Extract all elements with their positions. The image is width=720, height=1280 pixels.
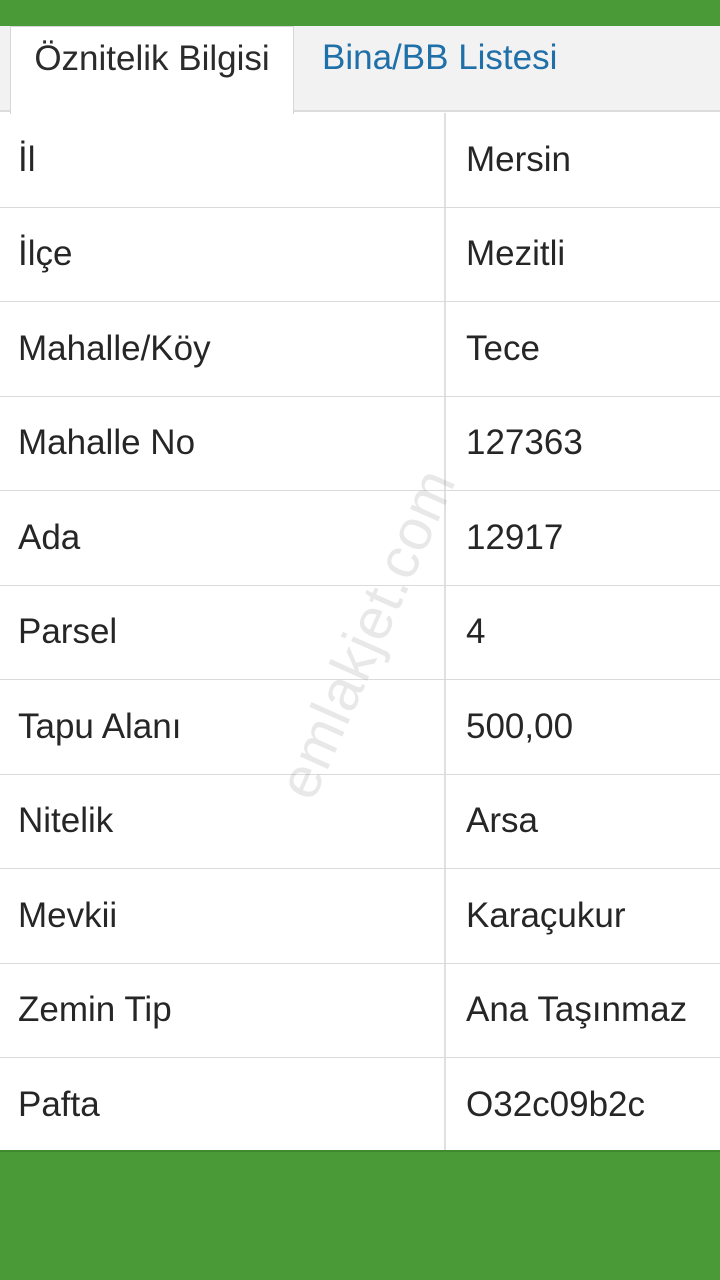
column-divider xyxy=(444,302,446,396)
tab-bar: Öznitelik Bilgisi Bina/BB Listesi xyxy=(0,26,720,114)
table-row: Ada 12917 xyxy=(0,491,720,586)
table-row: İlçe Mezitli xyxy=(0,207,720,302)
column-divider xyxy=(444,396,446,490)
row-label: Nitelik xyxy=(18,801,114,841)
table-row: İl Mersin xyxy=(0,113,720,208)
row-label: Mahalle No xyxy=(18,423,196,463)
row-value: Ana Taşınmaz xyxy=(466,990,688,1030)
row-label: İl xyxy=(18,139,36,179)
table-row: Mahalle/Köy Tece xyxy=(0,302,720,397)
bottom-green-bar xyxy=(0,1150,720,1280)
row-label: Parsel xyxy=(18,612,118,652)
column-divider xyxy=(444,774,446,868)
row-value: 4 xyxy=(466,612,486,652)
table-row: Parsel 4 xyxy=(0,585,720,680)
column-divider xyxy=(444,1058,446,1152)
row-value: Mezitli xyxy=(466,234,566,274)
row-label: Mahalle/Köy xyxy=(18,328,211,368)
top-green-bar xyxy=(0,0,720,26)
row-label: Zemin Tip xyxy=(18,990,172,1030)
row-value: Karaçukur xyxy=(466,895,626,935)
row-label: Pafta xyxy=(18,1084,100,1124)
tab-bina-bb-listesi[interactable]: Bina/BB Listesi xyxy=(322,26,557,112)
row-label: Ada xyxy=(18,517,81,557)
attribute-table: İl Mersin İlçe Mezitli Mahalle/Köy Tece … xyxy=(0,113,720,1153)
row-label: Tapu Alanı xyxy=(18,706,182,746)
column-divider xyxy=(444,869,446,963)
column-divider xyxy=(444,680,446,774)
column-divider xyxy=(444,491,446,585)
row-value: O32c09b2c xyxy=(466,1084,646,1124)
row-value: Mersin xyxy=(466,139,572,179)
row-value: 500,00 xyxy=(466,706,574,746)
column-divider xyxy=(444,113,446,207)
row-value: Arsa xyxy=(466,801,538,841)
row-value: 127363 xyxy=(466,423,583,463)
tab-label: Bina/BB Listesi xyxy=(322,38,558,77)
column-divider xyxy=(444,207,446,301)
tab-label: Öznitelik Bilgisi xyxy=(34,39,270,78)
tab-oznitelik-bilgisi[interactable]: Öznitelik Bilgisi xyxy=(10,26,294,114)
table-row: Tapu Alanı 500,00 xyxy=(0,680,720,775)
row-value: Tece xyxy=(466,328,540,368)
row-label: Mevkii xyxy=(18,895,118,935)
column-divider xyxy=(444,963,446,1057)
table-row: Mahalle No 127363 xyxy=(0,396,720,491)
table-row: Zemin Tip Ana Taşınmaz xyxy=(0,963,720,1058)
column-divider xyxy=(444,585,446,679)
table-row: Pafta O32c09b2c xyxy=(0,1058,720,1153)
row-value: 12917 xyxy=(466,517,564,557)
row-label: İlçe xyxy=(18,234,73,274)
table-row: Nitelik Arsa xyxy=(0,774,720,869)
table-row: Mevkii Karaçukur xyxy=(0,869,720,964)
